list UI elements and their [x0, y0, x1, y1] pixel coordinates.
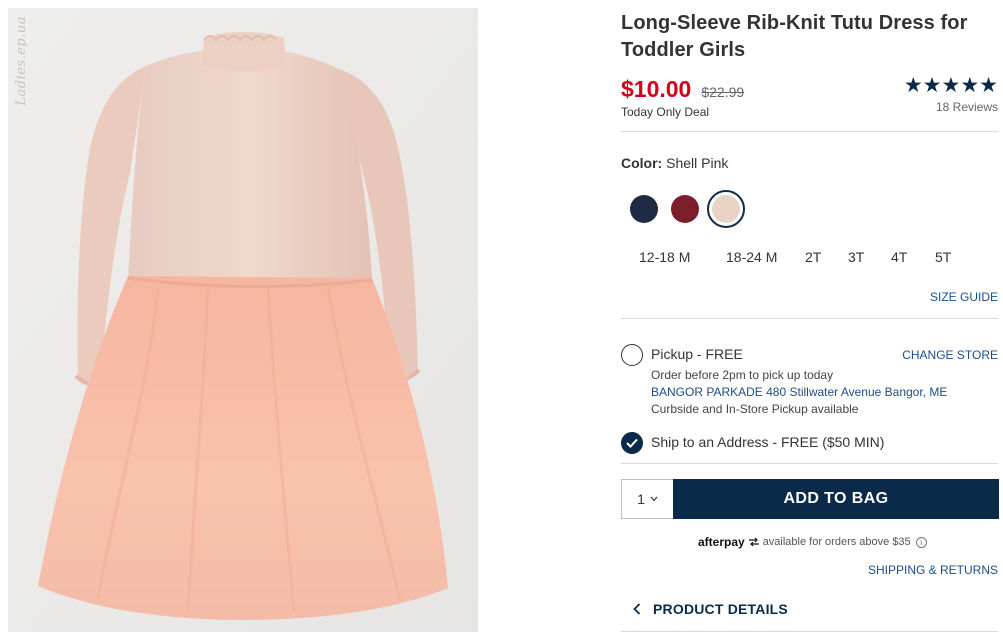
size-option[interactable]: 12-18 M: [639, 249, 690, 265]
regular-price: $22.99: [701, 84, 745, 100]
shipping-returns-link[interactable]: SHIPPING & RETURNS: [868, 563, 998, 577]
pickup-label: Pickup - FREE: [651, 346, 743, 362]
size-option[interactable]: 4T: [891, 249, 907, 265]
color-label-key: Color:: [621, 155, 663, 171]
quantity-select[interactable]: 1: [621, 479, 673, 519]
store-address-link[interactable]: BANGOR PARKADE 480 Stillwater Avenue Ban…: [651, 385, 947, 399]
afterpay-text: available for orders above $35: [762, 536, 911, 548]
chevron-left-icon: [633, 603, 641, 615]
pickup-note: Order before 2pm to pick up today: [651, 368, 834, 382]
chevron-down-icon: [650, 496, 658, 502]
reviews-link[interactable]: 18 Reviews: [936, 100, 998, 114]
divider: [621, 318, 998, 319]
sale-price: $10.00: [621, 76, 692, 102]
info-icon[interactable]: i: [915, 536, 927, 548]
size-selector: 12-18 M 18-24 M 2T 3T 4T 5T: [621, 249, 999, 269]
product-details-panel: Long-Sleeve Rib-Knit Tutu Dress for Todd…: [621, 0, 999, 643]
change-store-link[interactable]: CHANGE STORE: [902, 348, 998, 362]
checkmark-icon: [626, 438, 638, 448]
size-guide-link[interactable]: SIZE GUIDE: [930, 290, 998, 304]
add-to-bag-button[interactable]: ADD TO BAG: [673, 479, 999, 519]
pickup-radio[interactable]: [621, 344, 643, 366]
deal-label: Today Only Deal: [621, 105, 710, 119]
ship-radio[interactable]: [621, 432, 643, 454]
product-image[interactable]: Ladies.ep.ua: [8, 8, 478, 632]
ship-label: Ship to an Address - FREE ($50 MIN): [651, 434, 885, 450]
afterpay-arrows-icon: [748, 537, 759, 547]
swatch-burgundy[interactable]: [671, 195, 699, 223]
color-label: Color: Shell Pink: [621, 155, 728, 171]
star-rating[interactable]: ★★★★★: [904, 74, 998, 98]
price-row: $10.00 $22.99: [621, 76, 744, 103]
product-title: Long-Sleeve Rib-Knit Tutu Dress for Todd…: [621, 12, 968, 61]
afterpay-message: afterpay available for orders above $35 …: [698, 535, 927, 549]
divider: [621, 131, 998, 132]
product-details-toggle[interactable]: PRODUCT DETAILS: [621, 597, 999, 621]
divider: [621, 463, 998, 464]
swatch-shell-pink-fill: [712, 195, 740, 223]
size-option[interactable]: 5T: [935, 249, 951, 265]
divider: [621, 631, 998, 632]
size-option[interactable]: 18-24 M: [726, 249, 777, 265]
product-details-label: PRODUCT DETAILS: [653, 601, 788, 617]
image-watermark: Ladies.ep.ua: [14, 16, 29, 106]
quantity-value: 1: [637, 491, 645, 507]
swatch-navy[interactable]: [630, 195, 658, 223]
dress-illustration: [8, 8, 478, 632]
size-option[interactable]: 2T: [805, 249, 821, 265]
size-option[interactable]: 3T: [848, 249, 864, 265]
pickup-availability: Curbside and In-Store Pickup available: [651, 402, 859, 416]
color-value: Shell Pink: [666, 155, 729, 171]
afterpay-logo: afterpay: [698, 535, 745, 549]
swatch-shell-pink[interactable]: [707, 190, 745, 228]
